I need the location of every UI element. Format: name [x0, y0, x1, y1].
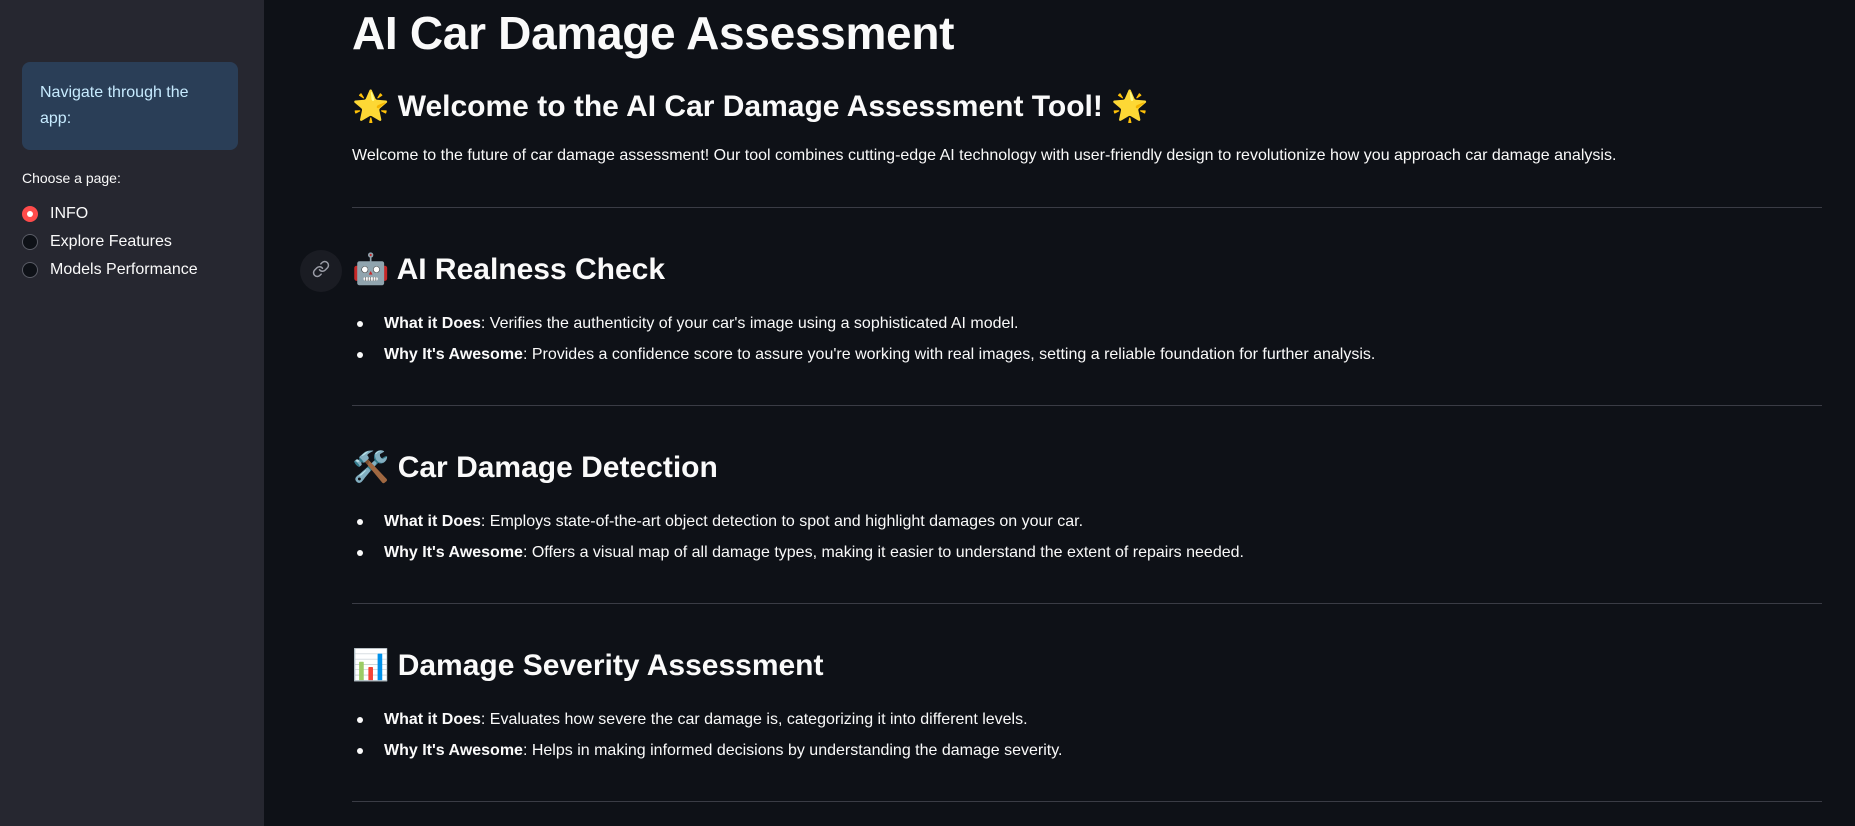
bullet-label: Why It's Awesome: [384, 742, 523, 759]
bullet-text: : Helps in making informed decisions by …: [522, 742, 1063, 759]
divider: [352, 801, 1822, 802]
page-title: AI Car Damage Assessment: [352, 7, 955, 59]
section-heading-text: Damage Severity Assessment: [397, 649, 824, 682]
section-heading-text: AI Realness Check: [396, 253, 666, 286]
bullet-label: What it Does: [384, 315, 481, 332]
bullet-text: : Evaluates how severe the car damage is…: [480, 711, 1028, 728]
list-item: Why It's Awesome: Helps in making inform…: [352, 735, 1063, 766]
radio-option-label: Explore Features: [50, 233, 172, 250]
bullet-text: : Provides a confidence score to assure …: [522, 346, 1376, 363]
bullet-text: : Employs state-of-the-art object detect…: [480, 513, 1084, 530]
bullet-label: What it Does: [384, 711, 481, 728]
radio-button-selected[interactable]: [22, 206, 38, 222]
bullet-label: What it Does: [384, 513, 481, 530]
list-item: What it Does: Evaluates how severe the c…: [352, 704, 1063, 735]
list-item: What it Does: Verifies the authenticity …: [352, 308, 1375, 339]
welcome-heading: 🌟 Welcome to the AI Car Damage Assessmen…: [352, 87, 1149, 127]
sidebar-info-box: Navigate through the app:: [22, 62, 238, 150]
robot-icon: 🤖: [352, 252, 390, 287]
bar-chart-icon: 📊: [352, 648, 390, 683]
divider: [352, 405, 1822, 406]
divider: [352, 603, 1822, 604]
list-item: Why It's Awesome: Offers a visual map of…: [352, 537, 1244, 568]
section-bullet-list: What it Does: Employs state-of-the-art o…: [352, 506, 1244, 568]
list-item: Why It's Awesome: Provides a confidence …: [352, 339, 1375, 370]
tools-icon: 🛠️: [352, 450, 390, 485]
bullet-text: : Offers a visual map of all damage type…: [522, 544, 1244, 561]
radio-option-explore-features[interactable]: Explore Features: [22, 228, 198, 256]
radio-button[interactable]: [22, 234, 38, 250]
radio-button[interactable]: [22, 262, 38, 278]
heading-anchor-link[interactable]: [300, 250, 342, 292]
section-heading-text: Car Damage Detection: [397, 451, 718, 484]
welcome-heading-text: Welcome to the AI Car Damage Assessment …: [397, 90, 1103, 123]
section-heading-ai-realness: 🤖 AI Realness Check: [352, 250, 665, 290]
radio-group-label: Choose a page:: [22, 170, 121, 186]
section-heading-damage-detection: 🛠️ Car Damage Detection: [352, 448, 718, 488]
welcome-paragraph: Welcome to the future of car damage asse…: [352, 147, 1617, 164]
section-heading-severity: 📊 Damage Severity Assessment: [352, 646, 824, 686]
radio-option-info[interactable]: INFO: [22, 200, 198, 228]
list-item: What it Does: Employs state-of-the-art o…: [352, 506, 1244, 537]
sidebar: Navigate through the app: Choose a page:…: [0, 0, 264, 826]
star-icon: 🌟: [352, 89, 390, 124]
divider: [352, 207, 1822, 208]
section-bullet-list: What it Does: Evaluates how severe the c…: [352, 704, 1063, 766]
radio-option-label: Models Performance: [50, 261, 198, 278]
link-icon: [312, 260, 330, 283]
bullet-label: Why It's Awesome: [384, 544, 523, 561]
star-icon: 🌟: [1111, 89, 1149, 124]
page-radio-group: INFO Explore Features Models Performance: [22, 200, 198, 284]
radio-option-models-performance[interactable]: Models Performance: [22, 256, 198, 284]
bullet-label: Why It's Awesome: [384, 346, 523, 363]
bullet-text: : Verifies the authenticity of your car'…: [480, 315, 1019, 332]
sidebar-info-text: Navigate through the app:: [40, 84, 189, 127]
radio-option-label: INFO: [50, 205, 89, 222]
section-bullet-list: What it Does: Verifies the authenticity …: [352, 308, 1375, 370]
app-root: Navigate through the app: Choose a page:…: [0, 0, 1855, 826]
